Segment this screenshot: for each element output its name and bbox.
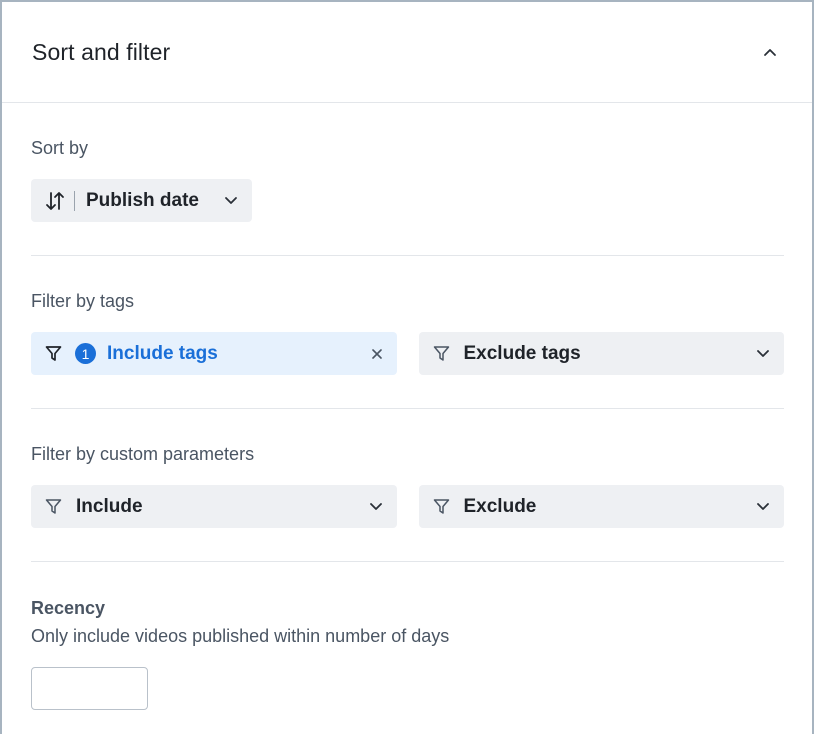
chevron-down-icon: [369, 502, 383, 511]
sort-section: Sort by Publish date: [31, 103, 784, 256]
chevron-down-icon: [224, 196, 238, 205]
include-tags-dropdown[interactable]: 1 Include tags: [31, 332, 397, 375]
close-icon[interactable]: [371, 348, 383, 360]
params-label: Filter by custom parameters: [31, 444, 255, 464]
chevron-down-icon: [756, 349, 770, 358]
filter-icon: [45, 498, 62, 515]
panel-title: Sort and filter: [32, 38, 171, 65]
sort-filter-panel: Sort and filter Sort by Publish date Fil…: [0, 0, 814, 734]
panel-body: Sort by Publish date Filter by tags 1 In…: [2, 103, 812, 710]
chevron-up-icon: [764, 48, 776, 56]
sort-label: Sort by: [31, 138, 89, 158]
collapse-button[interactable]: [758, 40, 782, 64]
params-section: Filter by custom parameters Include Excl…: [31, 409, 784, 562]
tags-label: Filter by tags: [31, 291, 135, 311]
panel-header: Sort and filter: [2, 2, 812, 103]
exclude-tags-label: Exclude tags: [463, 342, 581, 364]
recency-title: Recency: [31, 598, 106, 618]
recency-days-input[interactable]: [31, 667, 148, 710]
tags-section: Filter by tags 1 Include tags Exclude ta…: [31, 256, 784, 409]
recency-section: Recency Only include videos published wi…: [31, 562, 784, 710]
filter-icon: [45, 345, 62, 362]
exclude-params-dropdown[interactable]: Exclude: [418, 485, 784, 528]
include-tags-label: Include tags: [107, 342, 218, 364]
sort-selected-value: Publish date: [86, 189, 199, 211]
include-params-dropdown[interactable]: Include: [31, 485, 397, 528]
exclude-params-label: Exclude: [463, 495, 537, 517]
filter-icon: [433, 345, 450, 362]
params-row: Include Exclude: [31, 485, 784, 528]
sort-divider: [74, 190, 75, 211]
include-params-label: Include: [76, 495, 143, 517]
recency-description: Only include videos published within num…: [31, 626, 450, 646]
include-tags-count-badge: 1: [75, 343, 96, 364]
sort-arrows-icon: [45, 190, 65, 212]
filter-icon: [433, 498, 450, 515]
exclude-tags-dropdown[interactable]: Exclude tags: [418, 332, 784, 375]
tags-row: 1 Include tags Exclude tags: [31, 332, 784, 375]
chevron-down-icon: [756, 502, 770, 511]
sort-dropdown[interactable]: Publish date: [31, 179, 252, 222]
